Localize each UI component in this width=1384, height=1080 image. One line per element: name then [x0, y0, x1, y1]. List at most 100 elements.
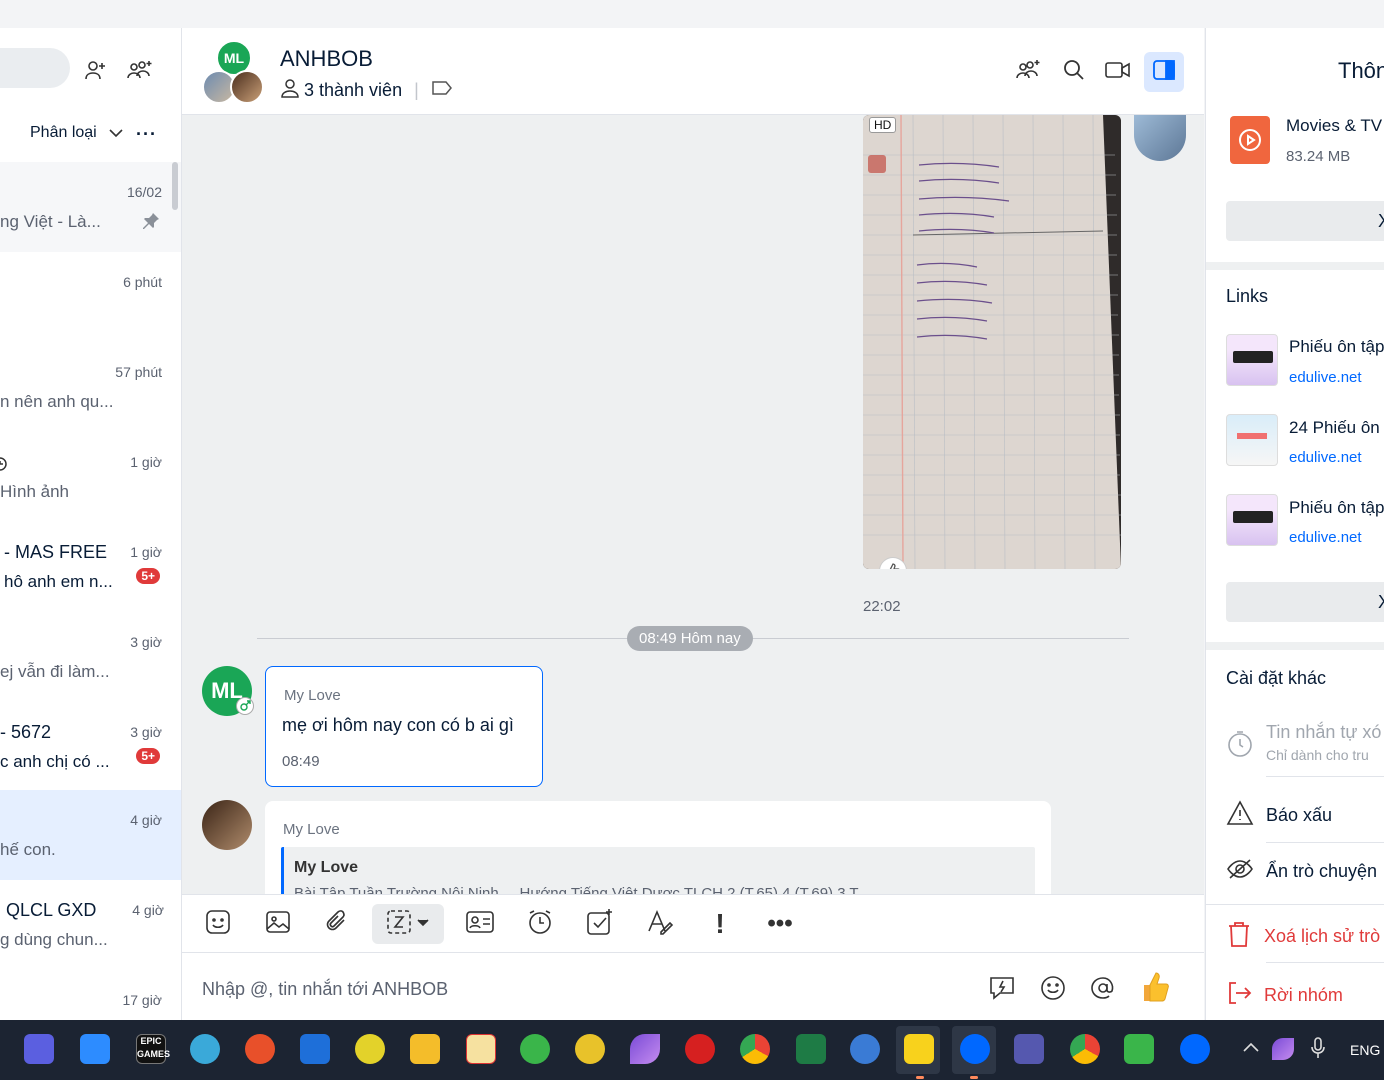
conversation-item[interactable]: 3 giờ ej vẫn đi làm...: [0, 612, 181, 702]
search-icon: [1063, 59, 1085, 86]
video-call-button[interactable]: [1098, 52, 1138, 92]
conversation-item[interactable]: 17 giờ: [0, 970, 181, 1020]
link-title[interactable]: 24 Phiếu ôn: [1289, 418, 1380, 438]
conversation-item[interactable]: 16/02 ng Việt - Là...: [0, 162, 181, 252]
sticker-button[interactable]: [198, 904, 238, 944]
message-bubble[interactable]: My Love My Love Bài Tập Tuần Trường Nội …: [265, 801, 1051, 894]
link-title[interactable]: Phiếu ôn tập: [1289, 498, 1384, 518]
app-yellow-icon[interactable]: [355, 1034, 385, 1064]
message-list[interactable]: HD 22:02 08:49 Hôm nay ML My Love mẹ ơi …: [182, 115, 1204, 894]
chrome-icon[interactable]: [740, 1034, 770, 1064]
hide-conversation-button[interactable]: Ẩn trò chuyện: [1226, 858, 1377, 885]
tag-icon[interactable]: [431, 80, 453, 101]
other-settings-title: Cài đặt khác: [1226, 668, 1327, 688]
urgent-message-button[interactable]: !: [700, 904, 740, 944]
link-thumbnail[interactable]: [1226, 494, 1278, 546]
reminder-button[interactable]: [520, 904, 560, 944]
group-title[interactable]: ANHBOB: [280, 46, 373, 72]
delete-history-button[interactable]: Xoá lịch sử trò: [1226, 920, 1380, 953]
image-button[interactable]: [258, 904, 298, 944]
view-all-files-button[interactable]: X: [1226, 201, 1384, 241]
conversation-item-active[interactable]: 4 giờ hế con.: [0, 790, 181, 880]
members-count[interactable]: 3 thành viên |: [280, 78, 453, 103]
more-tools-button[interactable]: •••: [760, 904, 800, 944]
sender-avatar[interactable]: [1134, 115, 1186, 161]
app-window-icon[interactable]: [300, 1034, 330, 1064]
app-db-icon[interactable]: [466, 1034, 496, 1064]
auto-delete-messages-setting: Tin nhắn tự xó Chỉ dành cho tru: [1226, 722, 1381, 763]
discord-icon[interactable]: [24, 1034, 54, 1064]
message-input[interactable]: Nhập @, tin nhắn tới ANHBOB: [202, 979, 448, 1000]
file-name[interactable]: Movies & TV: [1286, 116, 1382, 136]
file-explorer-icon[interactable]: [410, 1034, 440, 1064]
chevron-down-icon[interactable]: [108, 126, 124, 144]
view-all-links-button[interactable]: X: [1226, 582, 1384, 622]
toggle-info-panel-button[interactable]: [1144, 52, 1184, 92]
chrome-profile-icon[interactable]: [1070, 1034, 1100, 1064]
quoted-text: Bài Tập Tuần Trường Nội Ninh ... Hướng T…: [294, 885, 859, 894]
app-monitor-icon[interactable]: [1124, 1034, 1154, 1064]
add-friend-icon[interactable]: [80, 54, 112, 86]
link-domain[interactable]: edulive.net: [1289, 529, 1362, 546]
link-domain[interactable]: edulive.net: [1289, 449, 1362, 466]
link-thumbnail[interactable]: [1226, 414, 1278, 466]
excel-icon[interactable]: [796, 1034, 826, 1064]
attach-file-button[interactable]: [318, 904, 358, 944]
conversation-preview: c anh chị có ...: [0, 752, 110, 771]
thumbs-up-icon[interactable]: [1140, 971, 1172, 1008]
search-input[interactable]: [0, 48, 70, 88]
more-options-icon[interactable]: ···: [136, 124, 157, 145]
shared-photo[interactable]: HD: [863, 115, 1121, 569]
quick-message-icon[interactable]: [988, 975, 1016, 1006]
search-button[interactable]: [1054, 52, 1094, 92]
feather-icon[interactable]: [630, 1034, 660, 1064]
app-blue-icon[interactable]: [850, 1034, 880, 1064]
message-bubble[interactable]: My Love mẹ ơi hôm nay con có b ai gì 08:…: [265, 666, 543, 787]
filter-label[interactable]: Phân loại: [30, 124, 97, 142]
format-text-button[interactable]: [640, 904, 680, 944]
app-green-icon[interactable]: [520, 1034, 550, 1064]
report-button[interactable]: Báo xấu: [1226, 800, 1332, 831]
zoom-icon[interactable]: [80, 1034, 110, 1064]
zalo-icon[interactable]: [960, 1034, 990, 1064]
teams-icon[interactable]: [1014, 1034, 1044, 1064]
microphone-icon[interactable]: [1310, 1036, 1326, 1065]
message-sender: My Love: [283, 821, 340, 838]
add-member-button[interactable]: [1008, 52, 1048, 92]
leave-group-button[interactable]: Rời nhóm: [1226, 980, 1343, 1011]
sidebar-scrollbar[interactable]: [172, 162, 178, 210]
app-red-icon[interactable]: [685, 1034, 715, 1064]
remote-desktop-icon[interactable]: [190, 1034, 220, 1064]
side-panel-icon: [1153, 59, 1175, 85]
conversation-time: 57 phút: [115, 364, 162, 380]
conversation-item[interactable]: QLCL GXD 4 giờ g dùng chun...: [0, 880, 181, 970]
link-title[interactable]: Phiếu ôn tập: [1289, 337, 1384, 357]
tray-feather-icon[interactable]: [1272, 1038, 1294, 1060]
leave-group-label: Rời nhóm: [1264, 985, 1343, 1005]
sender-avatar[interactable]: [202, 800, 252, 850]
screenshot-button[interactable]: [372, 904, 444, 944]
contact-card-button[interactable]: [460, 904, 500, 944]
conversation-item[interactable]: 6 phút: [0, 252, 181, 342]
link-thumbnail[interactable]: [1226, 334, 1278, 386]
task-button[interactable]: [580, 904, 620, 944]
conversation-item[interactable]: 1 giờ Hình ảnh: [0, 432, 181, 522]
create-group-icon[interactable]: [124, 54, 156, 86]
epic-games-icon[interactable]: EPIC GAMES: [136, 1034, 170, 1064]
video-file-icon[interactable]: [1230, 116, 1270, 164]
link-domain[interactable]: edulive.net: [1289, 369, 1362, 386]
emoji-icon[interactable]: [1040, 975, 1066, 1006]
gender-icon: [236, 697, 254, 715]
mention-icon[interactable]: [1090, 975, 1116, 1006]
zalo-secondary-icon[interactable]: [1180, 1034, 1210, 1064]
app-g-icon[interactable]: [245, 1034, 275, 1064]
contact-card-icon: [465, 910, 495, 939]
chevron-up-icon[interactable]: [1242, 1040, 1260, 1059]
language-indicator[interactable]: ENG: [1350, 1042, 1380, 1058]
conversation-item[interactable]: - 5672 3 giờ c anh chị có ... 5+: [0, 702, 181, 792]
app-bx-icon[interactable]: [575, 1034, 605, 1064]
conversation-item[interactable]: - MAS FREE 1 giờ hô anh em n... 5+: [0, 522, 181, 612]
sticky-notes-icon[interactable]: [904, 1034, 934, 1064]
conversation-item[interactable]: 57 phút n nên anh qu...: [0, 342, 181, 432]
quoted-message[interactable]: My Love Bài Tập Tuần Trường Nội Ninh ...…: [281, 847, 1035, 894]
